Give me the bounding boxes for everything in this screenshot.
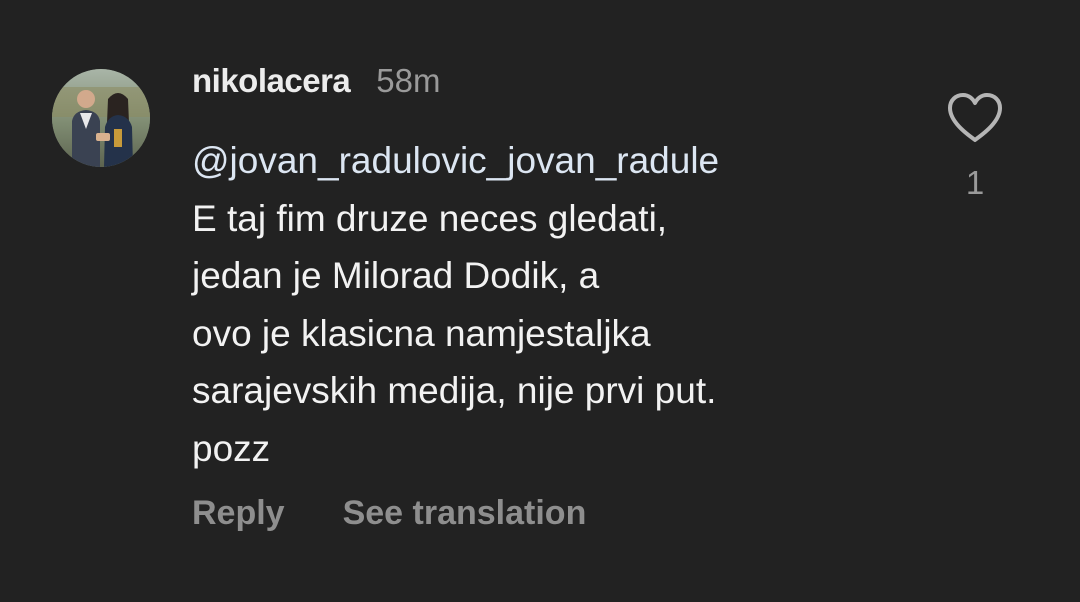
like-count: 1: [965, 164, 985, 201]
comment-header: nikolacera 58m: [192, 58, 440, 104]
comment-line: E taj fim druze neces gledati,: [192, 197, 668, 239]
timestamp: 58m: [376, 62, 441, 99]
comment-actions: Reply See translation: [192, 494, 586, 533]
mention-link[interactable]: @jovan_radulovic_jovan_radule: [192, 132, 932, 190]
comment-line: jedan je Milorad Dodik, a: [192, 255, 600, 296]
avatar[interactable]: [52, 69, 150, 167]
comment-card: nikolacera 58m @jovan_radulovic_jovan_ra…: [0, 0, 1080, 602]
see-translation-button[interactable]: See translation: [343, 494, 587, 533]
heart-outline-icon[interactable]: [946, 92, 1004, 144]
comment-line: ovo je klasicna namjestaljka: [192, 312, 651, 354]
avatar-photo: [52, 69, 150, 167]
comment-line: pozz: [192, 427, 271, 469]
comment-line: sarajevskih medija, nije prvi put.: [192, 370, 717, 411]
comment-body: @jovan_radulovic_jovan_radule E taj fim …: [192, 132, 932, 477]
username[interactable]: nikolacera: [192, 62, 351, 100]
reply-button[interactable]: Reply: [192, 494, 285, 533]
like-control: 1: [946, 92, 1004, 202]
